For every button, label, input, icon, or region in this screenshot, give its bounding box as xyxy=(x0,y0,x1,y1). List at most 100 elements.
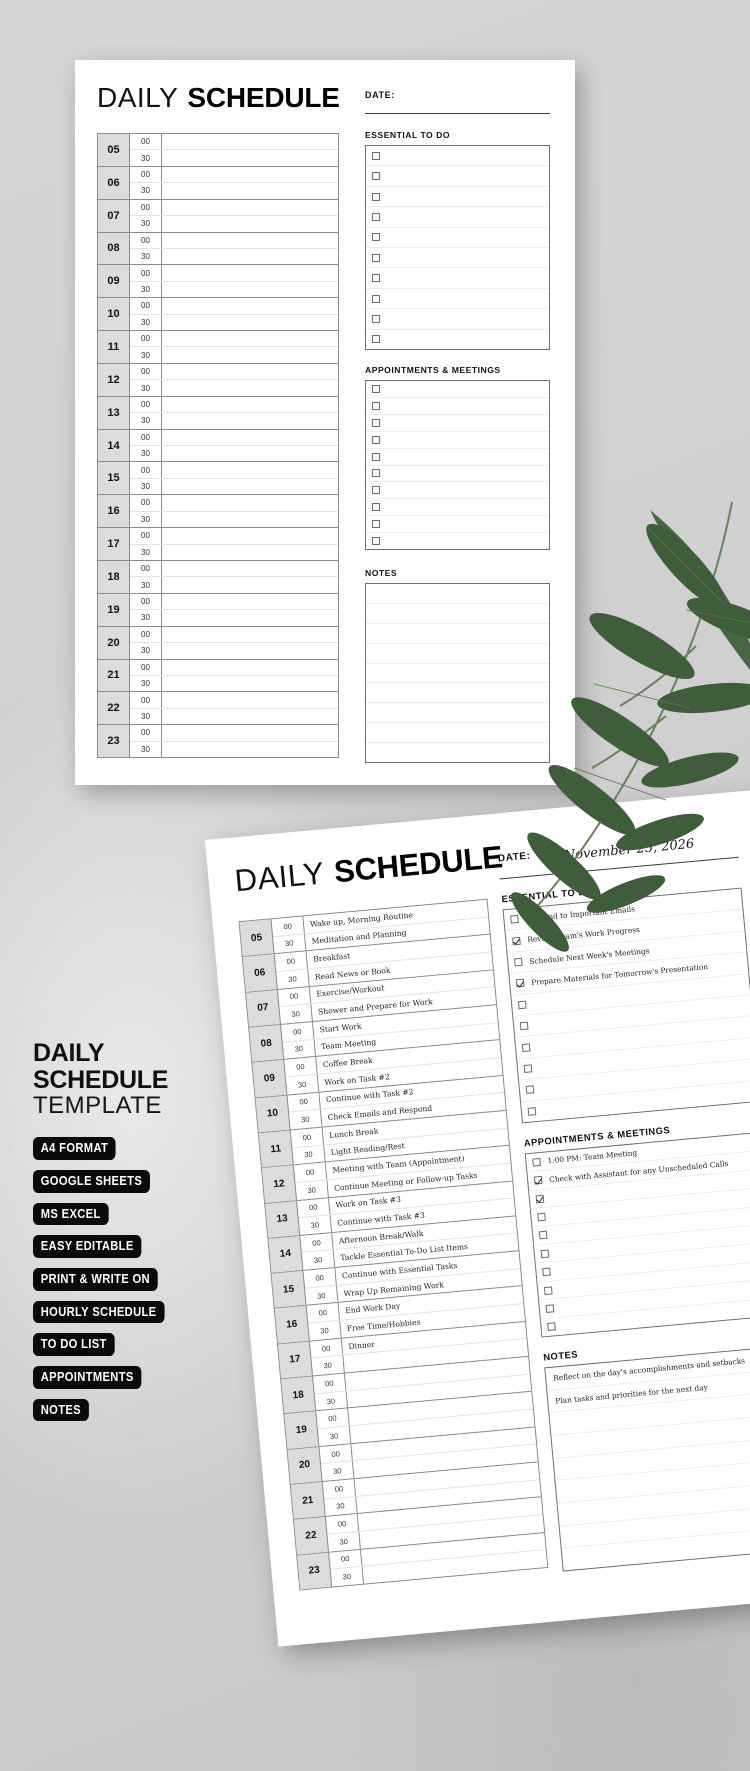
schedule-hour-row[interactable]: 22 00 30 xyxy=(98,692,338,726)
checkbox-icon[interactable] xyxy=(372,172,380,181)
schedule-entry-line[interactable] xyxy=(162,610,338,625)
schedule-half-hour-slot[interactable]: 00 xyxy=(130,298,338,315)
checkbox-icon[interactable] xyxy=(372,192,380,201)
checklist-row[interactable] xyxy=(366,309,549,330)
schedule-hour-row[interactable]: 20 00 30 xyxy=(98,626,338,660)
schedule-entry-line[interactable] xyxy=(162,216,338,231)
schedule-entry-line[interactable] xyxy=(162,446,338,461)
hourly-schedule-table-filled[interactable]: 05 00 Wake up, Morning Routine 30 Meditation… xyxy=(238,898,549,1591)
checkbox-icon[interactable] xyxy=(372,486,380,495)
schedule-hour-row[interactable]: 16 00 30 xyxy=(98,495,338,529)
schedule-entry-line[interactable] xyxy=(162,676,338,691)
schedule-hour-row[interactable]: 23 00 30 xyxy=(98,725,338,758)
checkbox-icon[interactable] xyxy=(514,957,523,967)
schedule-hour-row[interactable]: 12 00 30 xyxy=(98,363,338,397)
checkbox-checked-icon[interactable] xyxy=(535,1194,545,1203)
schedule-half-hour-slot[interactable]: 30 xyxy=(130,577,338,593)
appointments-list[interactable]: 1:00 PM: Team Meeting Check with Assistan… xyxy=(524,1131,750,1338)
schedule-entry-line[interactable] xyxy=(162,364,338,379)
schedule-entry-line[interactable] xyxy=(162,298,338,313)
essential-todo-list[interactable]: Respond to Important Emails Review Team's… xyxy=(502,887,750,1124)
schedule-entry-line[interactable] xyxy=(162,331,338,346)
checkbox-icon[interactable] xyxy=(542,1267,551,1277)
schedule-entry-line[interactable] xyxy=(162,397,338,412)
notes-line[interactable] xyxy=(366,584,549,604)
schedule-entry-line[interactable] xyxy=(162,150,338,165)
checkbox-icon[interactable] xyxy=(543,1285,553,1295)
checkbox-icon[interactable] xyxy=(545,1304,555,1313)
checklist-row[interactable] xyxy=(366,516,549,534)
schedule-entry-line[interactable] xyxy=(162,660,338,675)
schedule-hour-row[interactable]: 07 00 30 xyxy=(98,199,338,233)
schedule-half-hour-slot[interactable]: 00 xyxy=(130,593,338,611)
schedule-half-hour-slot[interactable]: 30 xyxy=(130,380,338,396)
schedule-half-hour-slot[interactable]: 00 xyxy=(130,495,338,512)
schedule-half-hour-slot[interactable]: 30 xyxy=(130,643,338,659)
schedule-entry-line[interactable] xyxy=(162,512,338,527)
schedule-entry-line[interactable] xyxy=(162,709,338,724)
schedule-half-hour-slot[interactable]: 30 xyxy=(130,413,338,429)
date-field[interactable]: DATE: xyxy=(365,90,550,114)
notes-line[interactable] xyxy=(366,624,549,644)
checkbox-icon[interactable] xyxy=(372,294,380,303)
schedule-hour-row[interactable]: 11 00 30 xyxy=(98,331,338,364)
schedule-entry-line[interactable] xyxy=(162,725,338,740)
schedule-entry-line[interactable] xyxy=(162,594,338,609)
schedule-entry-line[interactable] xyxy=(162,495,338,510)
checklist-row[interactable] xyxy=(366,398,549,415)
checkbox-icon[interactable] xyxy=(540,1249,550,1258)
schedule-entry-line[interactable] xyxy=(162,315,338,330)
checklist-row[interactable] xyxy=(366,146,549,167)
schedule-half-hour-slot[interactable]: 30 xyxy=(130,281,338,298)
schedule-half-hour-slot[interactable]: 00 xyxy=(130,626,338,644)
schedule-entry-line[interactable] xyxy=(162,692,338,707)
notes-line[interactable] xyxy=(366,683,549,704)
notes-line[interactable] xyxy=(366,644,549,664)
schedule-hour-row[interactable]: 14 00 30 xyxy=(98,429,338,463)
checkbox-icon[interactable] xyxy=(525,1085,535,1095)
schedule-hour-row[interactable]: 17 00 30 xyxy=(98,528,338,561)
checkbox-icon[interactable] xyxy=(372,418,380,427)
checkbox-checked-icon[interactable] xyxy=(512,936,521,946)
schedule-half-hour-slot[interactable]: 30 xyxy=(130,446,338,462)
schedule-hour-row[interactable]: 09 00 30 xyxy=(98,265,338,299)
checkbox-icon[interactable] xyxy=(547,1322,556,1332)
schedule-hour-row[interactable]: 10 00 30 xyxy=(98,298,338,332)
schedule-half-hour-slot[interactable]: 30 xyxy=(130,511,338,528)
schedule-half-hour-slot[interactable]: 00 xyxy=(130,199,338,217)
schedule-entry-line[interactable] xyxy=(162,742,338,757)
notes-line[interactable] xyxy=(366,664,549,684)
notes-line[interactable] xyxy=(366,723,549,744)
checkbox-icon[interactable] xyxy=(537,1212,546,1222)
checklist-row[interactable] xyxy=(366,415,549,432)
checkbox-icon[interactable] xyxy=(517,1000,527,1010)
checklist-row[interactable] xyxy=(366,207,549,228)
schedule-half-hour-slot[interactable]: 30 xyxy=(130,347,338,363)
schedule-entry-line[interactable] xyxy=(162,233,338,248)
schedule-half-hour-slot[interactable]: 30 xyxy=(130,675,338,692)
checkbox-icon[interactable] xyxy=(527,1106,537,1116)
schedule-hour-row[interactable]: 08 00 30 xyxy=(98,232,338,266)
checkbox-icon[interactable] xyxy=(372,503,380,512)
checklist-row[interactable] xyxy=(366,330,549,349)
schedule-half-hour-slot[interactable]: 30 xyxy=(130,741,338,758)
schedule-half-hour-slot[interactable]: 30 xyxy=(130,478,338,495)
notes-line[interactable] xyxy=(366,703,549,724)
schedule-entry-line[interactable] xyxy=(162,479,338,494)
checklist-row[interactable] xyxy=(366,166,549,187)
schedule-entry-line[interactable] xyxy=(162,577,338,592)
schedule-half-hour-slot[interactable]: 30 xyxy=(130,216,338,232)
checkbox-icon[interactable] xyxy=(372,401,380,410)
schedule-half-hour-slot[interactable]: 30 xyxy=(130,708,338,725)
schedule-half-hour-slot[interactable]: 00 xyxy=(130,232,338,249)
schedule-half-hour-slot[interactable]: 00 xyxy=(130,528,338,545)
schedule-entry-line[interactable] xyxy=(162,282,338,297)
schedule-half-hour-slot[interactable]: 00 xyxy=(130,134,338,151)
schedule-half-hour-slot[interactable]: 00 xyxy=(130,331,338,348)
checkbox-icon[interactable] xyxy=(372,233,380,242)
checklist-row[interactable] xyxy=(366,466,549,483)
checkbox-icon[interactable] xyxy=(372,314,380,323)
schedule-hour-row[interactable]: 19 00 30 xyxy=(98,593,338,627)
checkbox-icon[interactable] xyxy=(538,1230,548,1240)
schedule-half-hour-slot[interactable]: 30 xyxy=(130,248,338,265)
